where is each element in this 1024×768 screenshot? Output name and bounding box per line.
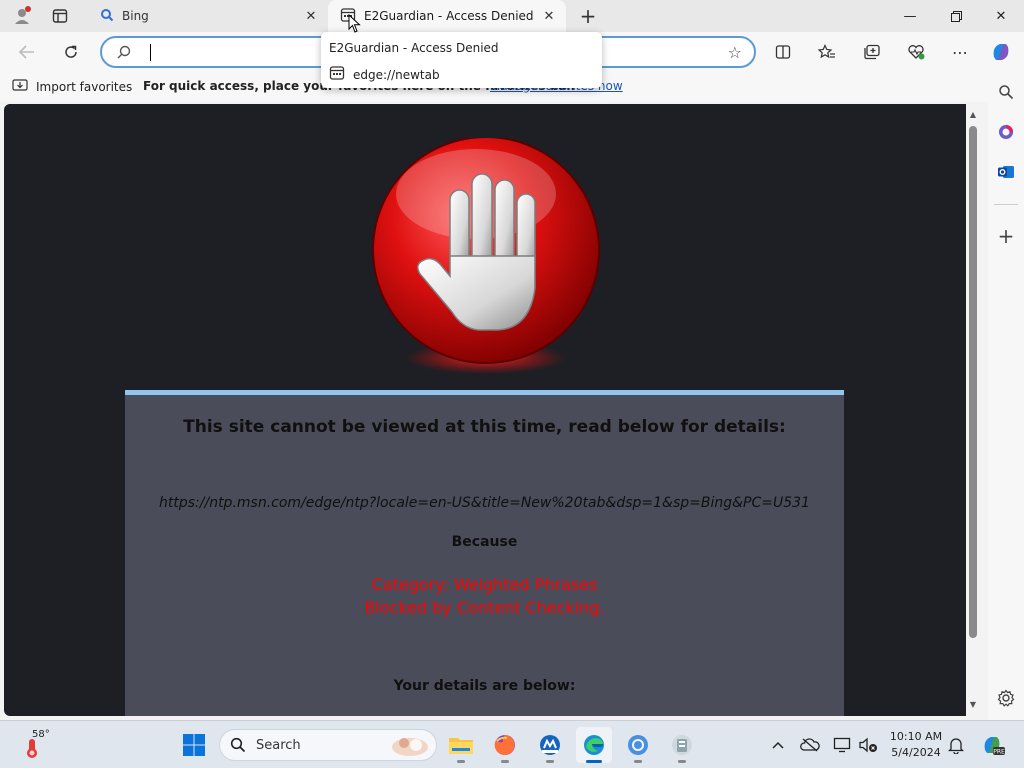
search-icon xyxy=(230,737,246,756)
blocked-url: https://ntp.msn.com/edge/ntp?locale=en-U… xyxy=(159,495,810,511)
workspaces-icon[interactable] xyxy=(46,4,74,28)
tab-e2guardian[interactable]: E2Guardian - Access Denied ✕ xyxy=(328,0,566,32)
add-sidebar-app-icon[interactable]: + xyxy=(992,222,1020,250)
close-tab-icon[interactable]: ✕ xyxy=(300,5,322,27)
app-icon-2[interactable] xyxy=(664,727,700,763)
onedrive-icon[interactable] xyxy=(800,735,820,755)
running-indicator xyxy=(634,760,642,763)
system-clock[interactable]: 10:10 AM 5/4/2024 xyxy=(884,729,948,761)
import-icon xyxy=(12,78,28,95)
browser-essentials-icon[interactable] xyxy=(901,38,931,66)
profile-icon[interactable] xyxy=(8,4,36,28)
app-icon[interactable] xyxy=(532,727,568,763)
svg-text:PRE: PRE xyxy=(993,749,1005,756)
hover-card-title: E2Guardian - Access Denied xyxy=(329,41,499,55)
firefox-icon[interactable] xyxy=(487,727,523,763)
new-tab-button[interactable]: + xyxy=(574,4,602,28)
sidebar-settings-gear-icon[interactable] xyxy=(992,684,1020,712)
outlook-icon[interactable] xyxy=(992,158,1020,186)
details-heading: Your details are below: xyxy=(393,678,576,694)
block-reason: Blocked by Content Checking. xyxy=(364,598,605,617)
running-indicator xyxy=(501,760,509,763)
start-menu-icon[interactable] xyxy=(176,727,212,763)
hover-card-url-text: edge://newtab xyxy=(353,67,440,82)
tab-label: E2Guardian - Access Denied xyxy=(364,9,534,23)
volume-muted-icon[interactable] xyxy=(858,735,878,755)
weather-temperature: 58° xyxy=(32,729,50,740)
weather-widget[interactable]: 58° xyxy=(18,729,58,761)
copilot-icon[interactable] xyxy=(986,38,1016,66)
scroll-down-arrow-icon[interactable]: ▼ xyxy=(968,700,978,710)
office-icon[interactable] xyxy=(992,118,1020,146)
tab-bing[interactable]: Bing ✕ xyxy=(88,0,328,32)
display-icon[interactable] xyxy=(832,735,852,755)
clock-date: 5/4/2024 xyxy=(891,746,941,759)
vertical-scrollbar[interactable]: ▲ ▼ xyxy=(966,104,980,716)
text-cursor xyxy=(150,44,151,61)
search-placeholder: Search xyxy=(256,738,301,753)
access-denied-panel: This site cannot be viewed at this time,… xyxy=(125,390,844,716)
favorite-star-icon[interactable]: ☆ xyxy=(728,43,742,62)
search-icon xyxy=(116,44,132,63)
running-indicator xyxy=(457,760,465,763)
settings-more-icon[interactable]: ⋯ xyxy=(945,38,975,66)
refresh-icon[interactable] xyxy=(56,38,86,66)
minimize-icon[interactable]: — xyxy=(887,0,933,32)
stop-hand-icon xyxy=(370,136,602,378)
hover-card-url: edge://newtab xyxy=(329,65,440,84)
chevron-up-icon[interactable] xyxy=(768,735,788,755)
favorites-icon[interactable] xyxy=(812,38,842,66)
search-highlight-icon xyxy=(390,733,430,760)
import-favorites-label: Import favorites xyxy=(36,79,133,94)
weather-icon xyxy=(22,737,42,762)
back-arrow-icon[interactable] xyxy=(12,38,42,66)
page-icon xyxy=(329,65,345,84)
right-sidebar: + xyxy=(988,72,1024,720)
notification-bell-icon[interactable] xyxy=(946,735,966,755)
import-favorites-button[interactable]: Import favorites xyxy=(12,78,132,95)
close-tab-icon[interactable]: ✕ xyxy=(538,5,560,27)
sidebar-divider xyxy=(994,204,1018,205)
taskbar-search-box[interactable]: Search xyxy=(219,729,437,761)
restore-icon[interactable] xyxy=(933,0,979,32)
windows-taskbar: 58° Search 10:10 AM 5/4/2024 PRE xyxy=(0,720,1024,768)
mouse-cursor-icon xyxy=(348,13,362,37)
copilot-preview-icon[interactable]: PRE xyxy=(980,735,1006,756)
clock-time: 10:10 AM xyxy=(889,730,943,743)
edge-icon[interactable] xyxy=(576,727,612,763)
block-category: Category: Weighted Phrases xyxy=(371,575,598,594)
collections-icon[interactable] xyxy=(857,38,887,66)
tab-strip: Bing ✕ E2Guardian - Access Denied ✕ + — … xyxy=(0,0,1024,32)
page-viewport: This site cannot be viewed at this time,… xyxy=(4,104,966,716)
file-explorer-icon[interactable] xyxy=(443,727,479,763)
running-indicator xyxy=(586,760,602,763)
split-screen-icon[interactable] xyxy=(768,38,798,66)
scrollbar-thumb[interactable] xyxy=(969,126,977,638)
running-indicator xyxy=(678,760,686,763)
bing-search-icon xyxy=(100,8,114,25)
because-label: Because xyxy=(451,534,518,550)
running-indicator xyxy=(546,760,554,763)
denied-heading: This site cannot be viewed at this time,… xyxy=(183,417,786,437)
scroll-up-arrow-icon[interactable]: ▲ xyxy=(968,110,978,120)
search-icon[interactable] xyxy=(992,78,1020,106)
chrome-icon[interactable] xyxy=(620,727,656,763)
close-window-icon[interactable]: ✕ xyxy=(978,0,1024,32)
tab-label: Bing xyxy=(122,9,149,23)
tab-hover-card: E2Guardian - Access Denied edge://newtab xyxy=(321,32,602,88)
